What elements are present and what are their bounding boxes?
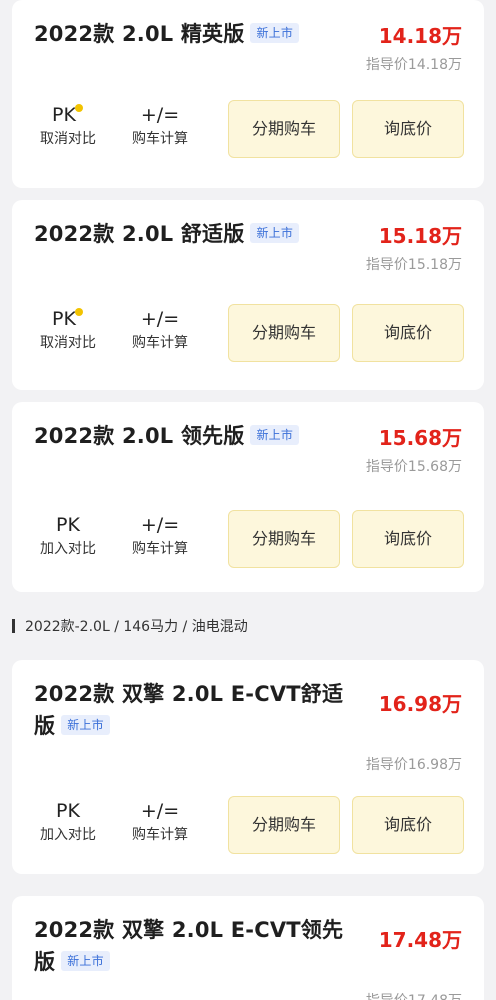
section-bar-marker <box>12 619 15 633</box>
calculator-label: 购车计算 <box>132 541 188 557</box>
purchase-calculator[interactable]: +/= 购车计算 <box>120 304 200 352</box>
installment-purchase-button[interactable]: 分期购车 <box>228 510 340 568</box>
installment-purchase-button[interactable]: 分期购车 <box>228 304 340 362</box>
new-launch-badge: 新上市 <box>250 23 300 43</box>
purchase-calculator[interactable]: +/= 购车计算 <box>120 510 200 558</box>
compare-label: 加入对比 <box>40 827 96 843</box>
pk-icon: PK <box>28 100 108 130</box>
pk-icon: PK <box>56 514 80 536</box>
card-actions: PK 加入对比 +/= 购车计算 分期购车 询底价 <box>12 796 484 856</box>
compare-label: 加入对比 <box>40 541 96 557</box>
compare-label: 取消对比 <box>40 131 96 147</box>
inquire-price-button[interactable]: 询底价 <box>352 304 464 362</box>
inquire-price-button[interactable]: 询底价 <box>352 510 464 568</box>
calculator-icon: +/= <box>140 104 180 126</box>
inquire-price-button[interactable]: 询底价 <box>352 796 464 854</box>
installment-purchase-button[interactable]: 分期购车 <box>228 796 340 854</box>
pk-selected-dot-icon <box>74 104 83 112</box>
new-launch-badge: 新上市 <box>61 951 110 971</box>
section-header: 2022款-2.0L / 146马力 / 油电混动 <box>12 616 248 638</box>
calculator-label: 购车计算 <box>132 335 188 351</box>
trim-card[interactable]: 2022款 2.0L 领先版 新上市 15.68万 指导价15.68万 PK 加入… <box>12 402 484 592</box>
trim-title: 2022款 2.0L 精英版 新上市 <box>34 18 354 50</box>
pk-selected-dot-icon <box>74 308 83 316</box>
purchase-calculator[interactable]: +/= 购车计算 <box>120 100 200 148</box>
card-actions: PK 取消对比 +/= 购车计算 分期购车 询底价 <box>12 100 484 160</box>
trim-price: 15.18万 <box>378 224 462 248</box>
trim-card[interactable]: 2022款 2.0L 舒适版 新上市 15.18万 指导价15.18万 PK 取消… <box>12 200 484 390</box>
trim-price: 17.48万 <box>378 928 462 952</box>
trim-title: 2022款 双擎 2.0L E-CVT舒适版 新上市 <box>34 678 354 742</box>
compare-toggle[interactable]: PK 取消对比 <box>28 304 108 352</box>
trim-card[interactable]: 2022款 2.0L 精英版 新上市 14.18万 指导价14.18万 PK 取消… <box>12 0 484 188</box>
calculator-icon: +/= <box>140 800 180 822</box>
installment-purchase-button[interactable]: 分期购车 <box>228 100 340 158</box>
guide-price: 指导价16.98万 <box>365 757 462 773</box>
pk-icon: PK <box>56 800 80 822</box>
compare-toggle[interactable]: PK 加入对比 <box>28 796 108 844</box>
card-actions: PK 取消对比 +/= 购车计算 分期购车 询底价 <box>12 304 484 364</box>
trim-title-text: 2022款 2.0L 精英版 <box>34 22 245 46</box>
trim-card[interactable]: 2022款 双擎 2.0L E-CVT舒适版 新上市 16.98万 指导价16.9… <box>12 660 484 874</box>
trim-card[interactable]: 2022款 双擎 2.0L E-CVT领先版新上市 17.48万 指导价17.4… <box>12 896 484 1000</box>
compare-toggle[interactable]: PK 取消对比 <box>28 100 108 148</box>
trim-price: 14.18万 <box>378 24 462 48</box>
pk-icon: PK <box>28 304 108 334</box>
calculator-label: 购车计算 <box>132 131 188 147</box>
trim-price: 15.68万 <box>378 426 462 450</box>
calculator-icon: +/= <box>140 308 180 330</box>
guide-price: 指导价17.48万 <box>366 990 462 1000</box>
new-launch-badge: 新上市 <box>250 223 300 243</box>
new-launch-badge: 新上市 <box>250 425 300 445</box>
purchase-calculator[interactable]: +/= 购车计算 <box>120 796 200 844</box>
compare-toggle[interactable]: PK 加入对比 <box>28 510 108 558</box>
trim-title-text: 2022款 2.0L 领先版 <box>34 424 245 448</box>
card-actions: PK 加入对比 +/= 购车计算 分期购车 询底价 <box>12 510 484 570</box>
compare-label: 取消对比 <box>40 335 96 351</box>
trim-title: 2022款 2.0L 舒适版 新上市 <box>34 218 354 250</box>
trim-title: 2022款 2.0L 领先版 新上市 <box>34 420 354 452</box>
section-label: 2022款-2.0L / 146马力 / 油电混动 <box>25 619 248 635</box>
guide-price: 指导价15.68万 <box>365 459 462 475</box>
calculator-label: 购车计算 <box>132 827 188 843</box>
calculator-icon: +/= <box>140 514 180 536</box>
new-launch-badge: 新上市 <box>61 715 110 735</box>
trim-title-text: 2022款 2.0L 舒适版 <box>34 222 245 246</box>
trim-title: 2022款 双擎 2.0L E-CVT领先版 新上市 <box>34 914 354 978</box>
guide-price: 指导价14.18万 <box>365 57 462 73</box>
inquire-price-button[interactable]: 询底价 <box>352 100 464 158</box>
trim-price: 16.98万 <box>378 692 462 716</box>
car-trim-list: 2022款 2.0L 精英版 新上市 14.18万 指导价14.18万 PK 取消… <box>0 0 496 1000</box>
guide-price: 指导价15.18万 <box>365 257 462 273</box>
